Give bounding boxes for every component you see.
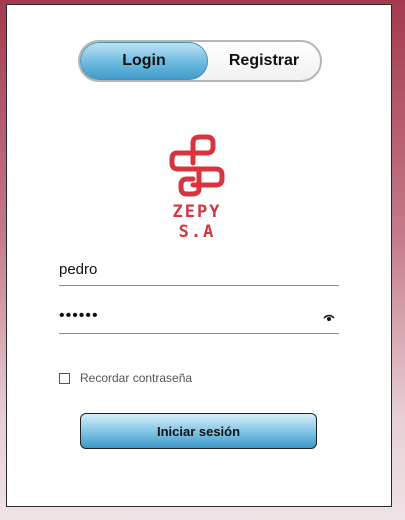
company-logo: ZEPY S.A [157,133,237,242]
password-value: •••••• [59,307,99,324]
tab-login[interactable]: Login [80,42,208,80]
brand-name: ZEPY S.A [172,202,222,242]
auth-tab-switch: Login Registrar [78,40,322,82]
remember-label: Recordar contraseña [80,371,193,385]
eye-icon[interactable] [323,313,335,323]
remember-password-row: Recordar contraseña [59,370,192,386]
logo-mark-icon [169,134,225,197]
tab-register[interactable]: Registrar [208,42,320,80]
username-field[interactable]: pedro [59,255,339,286]
login-button[interactable]: Iniciar sesión [80,413,317,449]
login-card: Login Registrar ZEPY S.A pedro •••••• Re… [6,4,392,507]
remember-checkbox[interactable] [59,372,70,384]
username-value: pedro [59,261,98,278]
password-field[interactable]: •••••• [59,303,339,334]
